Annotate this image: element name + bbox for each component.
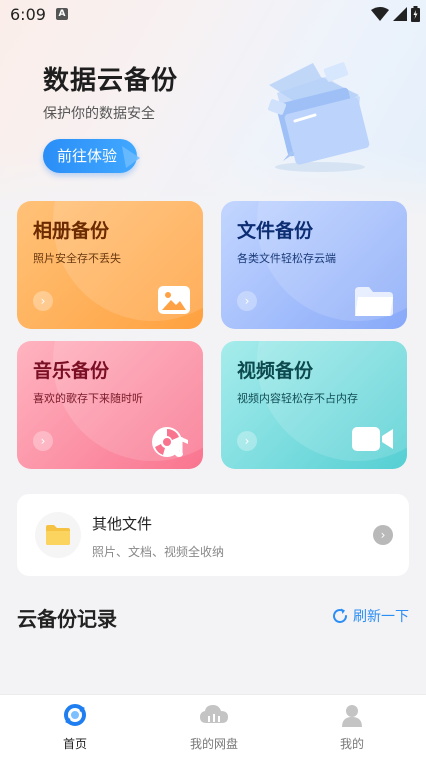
- chevron-right-icon: ›: [33, 291, 53, 311]
- wifi-icon: [371, 7, 389, 21]
- card-description: 各类文件轻松存云端: [237, 252, 336, 265]
- bottom-tab-bar: 首页 我的网盘 我的: [0, 694, 426, 759]
- card-title: 音乐备份: [33, 360, 110, 382]
- user-icon: [342, 705, 362, 727]
- video-backup-card[interactable]: 视频备份 视频内容轻松存不占内存 ›: [221, 341, 407, 469]
- photo-backup-card[interactable]: 相册备份 照片安全存不丢失 ›: [17, 201, 203, 329]
- image-icon: [158, 286, 190, 314]
- status-time: 6:09: [10, 5, 46, 24]
- tab-home[interactable]: 首页: [25, 703, 125, 752]
- folder-yellow-icon: [46, 525, 70, 545]
- music-disc-icon: [152, 427, 188, 457]
- card-description: 视频内容轻松存不占内存: [237, 392, 358, 405]
- video-camera-icon: [352, 427, 393, 451]
- chevron-right-icon[interactable]: ›: [373, 525, 393, 545]
- hero-title: 数据云备份: [43, 66, 179, 96]
- status-icons: [371, 6, 420, 22]
- file-backup-card[interactable]: 文件备份 各类文件轻松存云端 ›: [221, 201, 407, 329]
- tab-my-drive[interactable]: 我的网盘: [164, 703, 264, 752]
- tab-label: 我的网盘: [189, 737, 238, 751]
- refresh-button[interactable]: 刷新一下: [331, 606, 409, 626]
- refresh-icon: [333, 608, 347, 623]
- backup-records-title: 云备份记录: [17, 607, 117, 631]
- card-description: 喜欢的歌存下来随时听: [33, 392, 143, 405]
- home-sync-icon: [64, 704, 86, 726]
- other-files-description: 照片、文档、视频全收纳: [92, 545, 225, 559]
- chevron-right-icon: ›: [237, 431, 257, 451]
- folder-illustration: [267, 62, 370, 172]
- music-backup-card[interactable]: 音乐备份 喜欢的歌存下来随时听 ›: [17, 341, 203, 469]
- button-arrow-decoration: [122, 146, 140, 168]
- notification-icon: A: [56, 8, 68, 20]
- signal-icon: [393, 7, 407, 21]
- status-bar: 6:09 A: [0, 0, 426, 30]
- cloud-icon: [200, 705, 228, 723]
- card-title: 相册备份: [33, 220, 110, 242]
- other-files-card[interactable]: 其他文件 照片、文档、视频全收纳 ›: [17, 494, 409, 576]
- chevron-right-icon: ›: [237, 291, 257, 311]
- battery-icon: [411, 6, 420, 22]
- hero-subtitle: 保护你的数据安全: [43, 106, 155, 122]
- card-title: 视频备份: [237, 360, 314, 382]
- tab-profile[interactable]: 我的: [302, 703, 402, 752]
- other-files-title: 其他文件: [92, 515, 153, 533]
- refresh-label: 刷新一下: [353, 609, 409, 625]
- folder-icon: [355, 287, 393, 316]
- tab-label: 首页: [62, 737, 87, 751]
- tab-label: 我的: [339, 737, 364, 751]
- card-title: 文件备份: [237, 220, 314, 242]
- card-description: 照片安全存不丢失: [33, 252, 121, 265]
- chevron-right-icon: ›: [33, 431, 53, 451]
- other-files-icon-wrap: [35, 512, 81, 558]
